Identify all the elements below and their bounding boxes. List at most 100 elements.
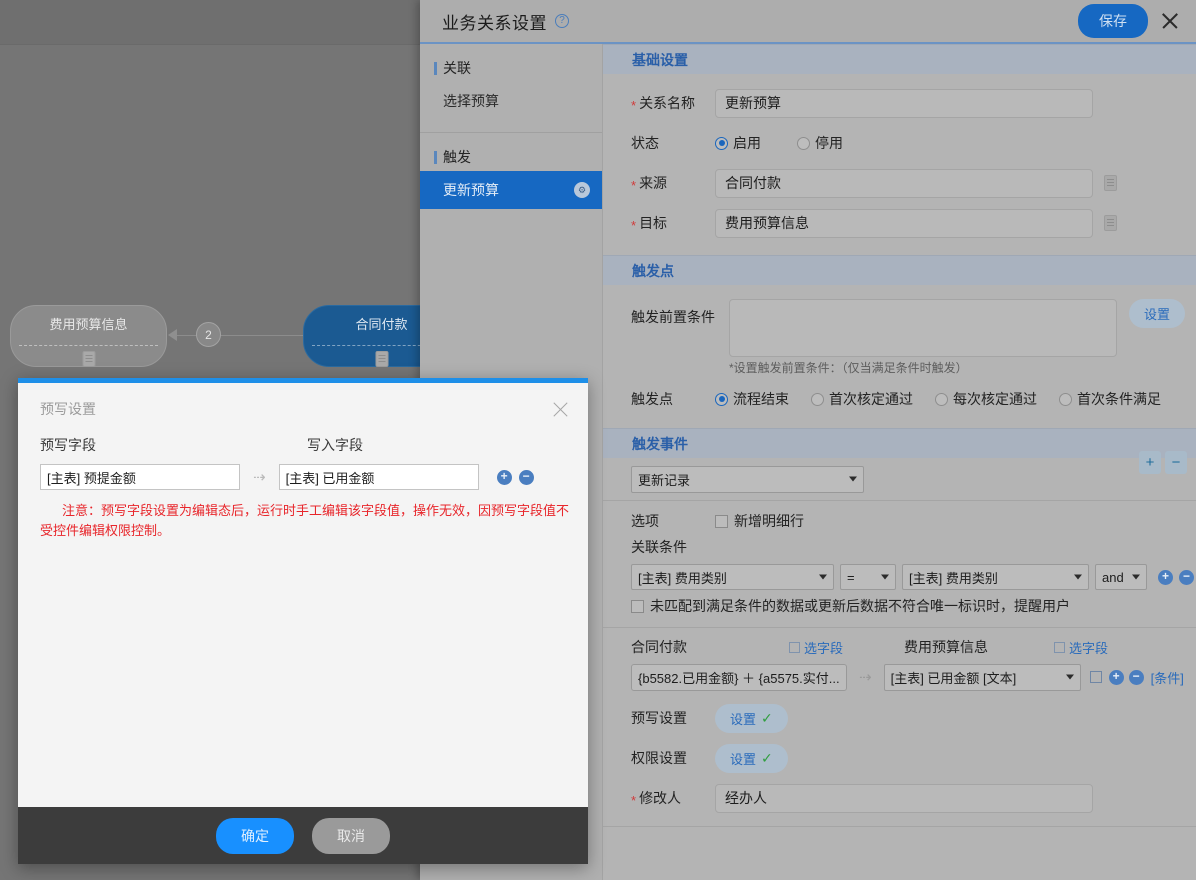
plus-circle-icon[interactable]: + [496, 469, 512, 485]
minus-circle-icon[interactable]: − [1179, 569, 1194, 585]
modal-title: 预写设置 [40, 401, 96, 417]
sidebar-group-label: 关联 [443, 60, 471, 76]
sidebar-item-label: 更新预算 [443, 182, 499, 198]
condition-link[interactable]: [条件] [1151, 668, 1184, 687]
modifier-label: 修改人 [617, 788, 715, 808]
radio-label: 停用 [815, 135, 843, 151]
status-radio-disabled[interactable]: 停用 [797, 133, 843, 153]
settings-icon[interactable]: ⚙ [574, 182, 590, 198]
content-divider [603, 826, 1196, 827]
condition-left-field-value: [主表] 费用类别 [638, 570, 727, 586]
condition-left-field-select[interactable]: [主表] 费用类别 [631, 564, 834, 590]
save-button[interactable]: 保存 [1078, 4, 1148, 38]
content-divider [603, 500, 1196, 501]
sidebar-item-label: 选择预算 [443, 93, 499, 109]
trigger-point-radio-every-approve[interactable]: 每次核定通过 [935, 389, 1037, 409]
close-icon[interactable] [551, 400, 570, 419]
node-divider [19, 345, 158, 346]
modal-column-headers: 预写字段 写入字段 [40, 435, 570, 455]
trigger-point-radio-first-condition[interactable]: 首次条件满足 [1059, 389, 1161, 409]
condition-operator-select[interactable]: = [840, 564, 896, 590]
row-precondition: 触发前置条件 设置 [603, 285, 1196, 357]
mapping-left-pick-field[interactable]: 选字段 [789, 638, 904, 657]
relation-name-input[interactable]: 更新预算 [715, 88, 1093, 118]
row-permission-setting: 权限设置 设置 ✓ [603, 738, 1196, 778]
diagram-node-payment[interactable]: 合同付款 [303, 305, 420, 367]
page-title: 业务关系设置 [442, 13, 547, 33]
diagram-edge [170, 335, 306, 336]
checkbox-icon [715, 514, 728, 528]
row-prewrite-setting: 预写设置 设置 ✓ [603, 698, 1196, 738]
source-document-icon[interactable] [1104, 175, 1117, 191]
target-label: 目标 [617, 213, 715, 233]
checkbox-notify-user[interactable]: 未匹配到满足条件的数据或更新后数据不符合唯一标识时，提醒用户 [631, 596, 1070, 616]
checkbox-icon [631, 599, 644, 613]
modal-footer: 确定 取消 [18, 807, 588, 864]
radio-label: 首次核定通过 [829, 391, 913, 407]
precondition-label: 触发前置条件 [631, 309, 715, 325]
mapping-expression-input[interactable]: {b5582.已用金额} ＋ {a5575.实付... [631, 663, 847, 691]
target-document-icon[interactable] [1104, 215, 1117, 231]
status-radio-enabled[interactable]: 启用 [715, 133, 761, 153]
remove-event-button[interactable]: − [1165, 451, 1187, 474]
mapping-target-select[interactable]: [主表] 已用金额 [文本] [883, 663, 1081, 691]
mapping-right-pick-field[interactable]: 选字段 [1054, 638, 1108, 657]
confirm-button[interactable]: 确定 [216, 817, 294, 854]
section-title: 触发点 [632, 262, 674, 279]
write-field-column-label: 写入字段 [307, 437, 363, 453]
help-icon[interactable]: ? [555, 14, 569, 28]
section-title: 触发事件 [632, 435, 688, 452]
sidebar-item-select-budget[interactable]: 选择预算 [420, 82, 602, 120]
prewrite-settings-modal: 预写设置 预写字段 写入字段 [主表] 预提金额 ⇢ [主表] 已用金额 + −… [18, 378, 588, 864]
add-event-button[interactable]: + [1139, 451, 1161, 474]
close-icon[interactable] [1160, 11, 1180, 31]
diagram-edge-count-badge[interactable]: 2 [196, 322, 221, 347]
sidebar-item-update-budget[interactable]: 更新预算 ⚙ [420, 171, 602, 209]
write-field-select[interactable]: [主表] 已用金额 [278, 464, 479, 490]
row-relation-name: 关系名称 更新预算 [603, 83, 1196, 123]
section-trigger-point-header: 触发点 [603, 255, 1196, 285]
background-toolbar [0, 0, 420, 45]
minus-circle-icon[interactable]: − [518, 469, 534, 485]
minus-circle-icon[interactable]: − [1128, 669, 1144, 685]
checkbox-add-detail-row[interactable]: 新增明细行 [715, 511, 804, 531]
panel-header: 业务关系设置 ? 保存 [420, 0, 1196, 44]
condition-right-field-select[interactable]: [主表] 费用类别 [902, 564, 1089, 590]
modal-header: 预写设置 [18, 383, 588, 435]
section-title: 基础设置 [632, 51, 688, 68]
content-divider [603, 627, 1196, 628]
chevron-down-icon [1065, 674, 1074, 680]
permission-setting-button[interactable]: 设置 ✓ [715, 743, 788, 773]
radio-label: 每次核定通过 [953, 391, 1037, 407]
modal-body: 预写字段 写入字段 [主表] 预提金额 ⇢ [主表] 已用金额 + − 注意：预… [18, 435, 588, 807]
condition-right-field-value: [主表] 费用类别 [909, 570, 998, 586]
row-target: 目标 费用预算信息 [603, 203, 1196, 243]
precondition-textarea[interactable] [729, 299, 1117, 357]
row-source: 来源 合同付款 [603, 163, 1196, 203]
chevron-down-icon [1074, 574, 1082, 580]
group-marker-icon [434, 61, 437, 75]
chevron-down-icon [1132, 574, 1140, 580]
row-event-type: 更新记录 [603, 458, 1196, 500]
group-marker-icon [434, 150, 437, 164]
prewrite-field-select[interactable]: [主表] 预提金额 [40, 464, 240, 490]
radio-icon [935, 392, 948, 406]
event-type-select[interactable]: 更新记录 [631, 465, 864, 493]
sidebar-divider [420, 132, 602, 133]
diagram-node-budget[interactable]: 费用预算信息 [10, 305, 167, 367]
target-input[interactable]: 费用预算信息 [715, 208, 1093, 238]
condition-logic-select[interactable]: and [1095, 564, 1147, 590]
trigger-point-radio-first-approve[interactable]: 首次核定通过 [811, 389, 913, 409]
trigger-point-radio-flow-end[interactable]: 流程结束 [715, 389, 789, 409]
prewrite-setting-button[interactable]: 设置 ✓ [715, 703, 788, 733]
plus-circle-icon[interactable]: + [1158, 569, 1173, 585]
source-input[interactable]: 合同付款 [715, 168, 1093, 198]
radio-icon [715, 136, 728, 150]
copy-icon[interactable] [1089, 671, 1102, 683]
modal-warning-text: 注意：预写字段设置为编辑态后，运行时手工编辑该字段值，操作无效，因预写字段值不受… [40, 503, 570, 538]
precondition-setting-button[interactable]: 设置 [1129, 299, 1186, 328]
modifier-input[interactable]: 经办人 [715, 783, 1093, 813]
radio-icon [811, 392, 824, 406]
cancel-button[interactable]: 取消 [312, 817, 390, 854]
plus-circle-icon[interactable]: + [1108, 669, 1124, 685]
